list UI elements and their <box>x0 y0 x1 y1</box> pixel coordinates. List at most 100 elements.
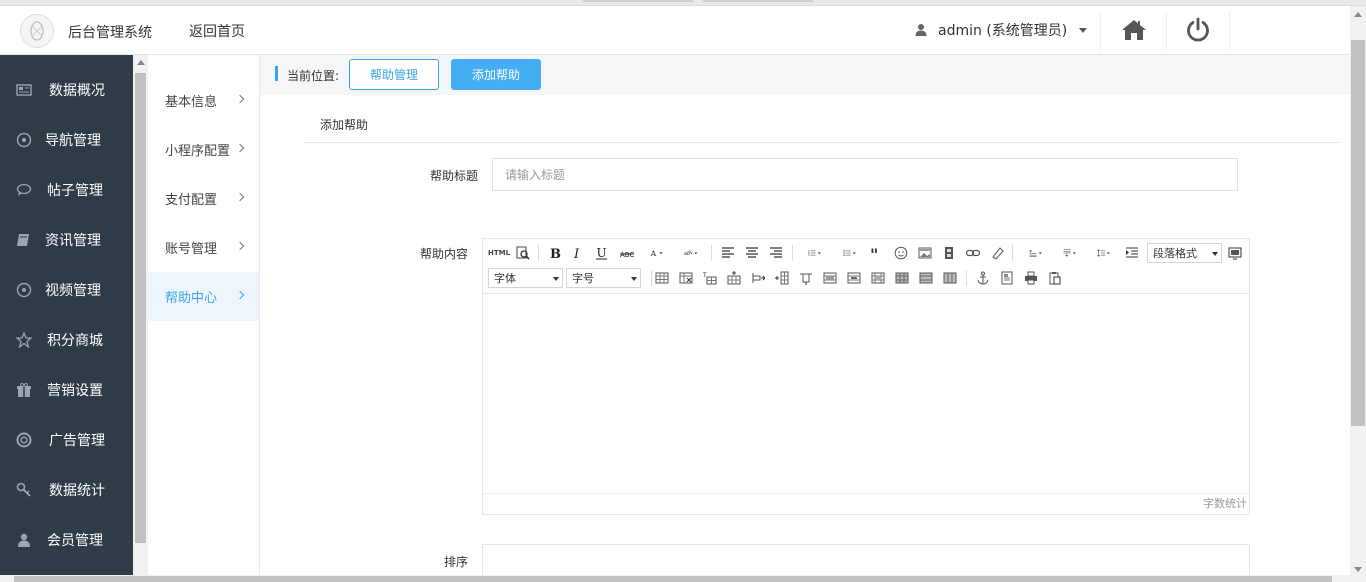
svg-text:ab: ab <box>684 251 690 257</box>
subnav-item-miniprogram-config[interactable]: 小程序配置 <box>148 125 259 174</box>
film-icon <box>945 247 953 259</box>
anchor-button[interactable] <box>975 269 991 287</box>
sidebar-item-label: 广告管理 <box>49 433 105 449</box>
sidebar-item-marketing[interactable]: 营销设置 <box>0 365 133 415</box>
sidebar-item-posts[interactable]: 帖子管理 <box>0 165 133 215</box>
delete-table-button[interactable] <box>678 269 694 287</box>
font-family-select[interactable]: 字体 <box>488 268 563 288</box>
sidebar-item-members[interactable]: 会员管理 <box>0 515 133 565</box>
help-manage-button[interactable]: 帮助管理 <box>349 59 439 90</box>
delete-column-button[interactable] <box>798 269 814 287</box>
page-horizontal-scrollbar[interactable] <box>0 575 1366 582</box>
sidebar-item-statistics[interactable]: 数据统计 <box>0 465 133 515</box>
title-input[interactable] <box>492 158 1238 191</box>
emoticon-button[interactable] <box>893 244 909 262</box>
add-help-button[interactable]: 添加帮助 <box>451 59 541 90</box>
italic-button[interactable]: I <box>570 244 586 262</box>
html-source-button[interactable]: HTML <box>488 244 510 262</box>
clear-format-button[interactable] <box>989 244 1005 262</box>
delete-row-icon <box>752 273 765 283</box>
page-break-button[interactable] <box>999 269 1015 287</box>
compass-icon <box>16 132 32 148</box>
line-height-button[interactable] <box>1090 244 1118 262</box>
font-color-button[interactable]: A <box>644 244 670 262</box>
tab-divider <box>304 142 1339 143</box>
split-columns-button[interactable] <box>942 269 958 287</box>
image-button[interactable] <box>917 244 933 262</box>
paragraph-format-value: 段落格式 <box>1153 247 1197 260</box>
fullscreen-button[interactable] <box>1227 244 1243 262</box>
gift-icon <box>16 382 32 398</box>
blockquote-button[interactable]: " <box>869 244 885 262</box>
split-rows-button[interactable] <box>918 269 934 287</box>
sidebar-item-overview[interactable]: 数据概况 <box>0 65 133 115</box>
tab-add-help[interactable]: 添加帮助 <box>320 116 368 133</box>
subnav-item-label: 基本信息 <box>165 95 218 110</box>
sidebar-item-news[interactable]: 资讯管理 <box>0 215 133 265</box>
insert-table-button[interactable] <box>654 269 670 287</box>
word-count: 字数统计 <box>483 493 1249 514</box>
sidebar-item-navigation[interactable]: 导航管理 <box>0 115 133 165</box>
merge-right-button[interactable] <box>846 269 862 287</box>
strikethrough-button[interactable]: ABC <box>618 244 636 262</box>
back-home-link[interactable]: 返回首页 <box>189 21 245 41</box>
indent-button[interactable] <box>1124 244 1140 262</box>
sidebar-scrollbar[interactable] <box>133 55 148 575</box>
home-button[interactable] <box>1120 17 1148 43</box>
breadcrumb-label: 当前位置: <box>287 69 340 83</box>
subnav-item-basic-info[interactable]: 基本信息 <box>148 76 259 125</box>
align-right-button[interactable] <box>768 244 784 262</box>
scrollbar-thumb[interactable] <box>1351 40 1365 426</box>
ordered-list-button[interactable]: 123 <box>801 244 829 262</box>
highlight-button[interactable]: ab <box>677 244 705 262</box>
sidebar-item-ads[interactable]: 广告管理 <box>0 415 133 465</box>
align-center-button[interactable] <box>744 244 760 262</box>
editor-content-area[interactable] <box>483 293 1249 494</box>
subnav-item-payment-config[interactable]: 支付配置 <box>148 174 259 223</box>
insert-caption-button[interactable]: T <box>702 269 718 287</box>
preview-button[interactable] <box>514 244 532 262</box>
top-header: 后台管理系统 返回首页 admin (系统管理员) <box>0 6 1350 55</box>
delete-row-button[interactable] <box>750 269 766 287</box>
dashboard-icon <box>16 82 32 98</box>
sidebar-item-videos[interactable]: 视频管理 <box>0 265 133 315</box>
underline-button[interactable]: U <box>594 244 610 262</box>
row-spacing-bottom-button[interactable] <box>1056 244 1084 262</box>
subnav-item-help-center[interactable]: 帮助中心 <box>148 272 259 321</box>
link-button[interactable] <box>965 244 981 262</box>
paragraph-format-select[interactable]: 段落格式 <box>1147 243 1222 263</box>
row-spacing-top-button[interactable] <box>1022 244 1050 262</box>
paste-plain-button[interactable] <box>1047 269 1063 287</box>
insert-column-button[interactable] <box>774 269 790 287</box>
sort-input[interactable] <box>482 544 1250 577</box>
align-left-button[interactable] <box>720 244 736 262</box>
chevron-right-icon <box>235 241 245 251</box>
toolbar-separator <box>711 245 712 261</box>
logout-button[interactable] <box>1184 16 1212 44</box>
subnav-item-account-manage[interactable]: 账号管理 <box>148 223 259 272</box>
font-size-value: 字号 <box>572 272 594 285</box>
font-size-select[interactable]: 字号 <box>566 268 641 288</box>
paste-icon <box>1049 272 1061 285</box>
insert-row-button[interactable] <box>726 269 742 287</box>
split-cells-button[interactable] <box>894 269 910 287</box>
svg-text:ABC: ABC <box>620 251 634 259</box>
scrollbar-thumb[interactable] <box>14 576 1332 582</box>
unordered-list-button[interactable] <box>836 244 864 262</box>
chevron-right-icon <box>235 192 245 202</box>
merge-down-button[interactable] <box>870 269 886 287</box>
video-button[interactable] <box>941 244 957 262</box>
merge-cells-icon <box>823 272 837 284</box>
scroll-up-icon[interactable] <box>1354 12 1362 17</box>
bold-button[interactable]: B <box>547 244 563 262</box>
print-button[interactable] <box>1023 269 1039 287</box>
user-menu[interactable]: admin (系统管理员) <box>914 20 1088 40</box>
page-vertical-scrollbar[interactable] <box>1350 6 1366 576</box>
fullscreen-icon <box>1228 247 1242 260</box>
sidebar-item-points-mall[interactable]: 积分商城 <box>0 315 133 365</box>
scrollbar-thumb[interactable] <box>135 73 146 543</box>
scroll-down-icon[interactable] <box>1354 567 1362 572</box>
merge-cells-button[interactable] <box>822 269 838 287</box>
subnav-item-label: 小程序配置 <box>165 144 231 159</box>
print-icon <box>1025 271 1037 285</box>
